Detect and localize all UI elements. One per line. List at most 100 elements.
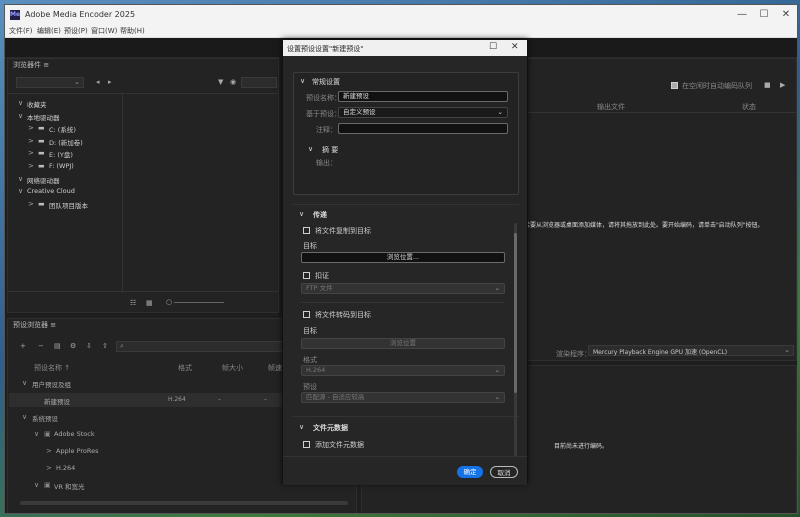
browse-location-2-button[interactable]: 浏览位置	[301, 338, 505, 349]
dialog-button-bar: 确定 取消	[283, 456, 527, 485]
copy-to-dest-checkbox[interactable]	[303, 227, 310, 234]
tree-item[interactable]: D: (新加卷)	[49, 137, 83, 147]
tree-item[interactable]: F: (WPJ)	[49, 162, 74, 170]
summary-expand-icon[interactable]: ∨	[308, 145, 313, 153]
ok-button[interactable]: 确定	[457, 466, 483, 478]
add-metadata-checkbox[interactable]	[303, 441, 310, 448]
col-output-file[interactable]: 输出文件	[597, 102, 625, 112]
preset-size-cell: –	[218, 396, 221, 403]
expand-arrow-icon[interactable]: ∨	[18, 112, 23, 120]
based-on-value: 自定义预设	[343, 108, 376, 116]
media-browser-title[interactable]: 浏览器件 ≡	[8, 59, 278, 71]
output-label: 输出：	[316, 159, 337, 167]
auto-encode-label: 在空闲时自动编码队列	[682, 82, 752, 90]
tree-item[interactable]: 收藏夹	[27, 99, 47, 109]
chevron-down-icon: ⌄	[497, 108, 503, 116]
horizontal-scrollbar[interactable]	[20, 501, 348, 505]
remove-preset-icon[interactable]: −	[38, 342, 44, 350]
dialog-close-button[interactable]: ✕	[511, 42, 519, 52]
expand-arrow-icon[interactable]: ∨	[22, 413, 27, 421]
export-icon[interactable]: ⇧	[102, 342, 108, 350]
expand-arrow-icon[interactable]: >	[28, 149, 34, 157]
col-format[interactable]: 格式	[178, 363, 192, 373]
title-bar: Me Adobe Media Encoder 2025 — ☐ ✕	[5, 5, 797, 25]
browse-location-button[interactable]: 浏览位置...	[301, 252, 505, 263]
tree-item[interactable]: 本地驱动器	[27, 112, 60, 122]
browser-search-field[interactable]	[241, 77, 277, 88]
col-preset-name[interactable]: 预设名称 ↑	[34, 363, 70, 373]
grid-view-icon[interactable]: ▦	[146, 299, 153, 307]
based-on-dropdown[interactable]: 自定义预设 ⌄	[338, 107, 508, 118]
expand-arrow-icon[interactable]: ∨	[34, 481, 39, 489]
tree-item[interactable]: 网络驱动器	[27, 175, 60, 185]
auto-encode-checkbox[interactable]	[671, 82, 678, 89]
close-button[interactable]: ✕	[776, 9, 796, 20]
forward-icon[interactable]: ▸	[108, 78, 112, 86]
new-group-icon[interactable]: ▤	[54, 342, 61, 350]
preset-name-cell: 系统预设	[32, 415, 58, 423]
tree-item[interactable]: 团队项目版本	[49, 200, 88, 210]
menu-file[interactable]: 文件(F)	[9, 26, 33, 36]
renderer-dropdown[interactable]: Mercury Playback Engine GPU 加速 (OpenCL) ⌄	[588, 345, 794, 356]
back-icon[interactable]: ◂	[96, 78, 100, 86]
expand-arrow-icon[interactable]: ∨	[22, 379, 27, 387]
expand-arrow-icon[interactable]: >	[28, 200, 34, 208]
tree-item[interactable]: Creative Cloud	[27, 187, 75, 195]
expand-arrow-icon[interactable]: ∨	[18, 175, 23, 183]
drive-icon: ▬	[38, 136, 45, 145]
list-view-icon[interactable]: ☷	[130, 299, 136, 307]
renderer-value: Mercury Playback Engine GPU 加速 (OpenCL)	[593, 349, 728, 356]
expand-arrow-icon[interactable]: ∨	[18, 187, 23, 195]
col-frame-rate[interactable]: 帧速	[268, 363, 282, 373]
format-dropdown[interactable]: H.264 ⌄	[301, 365, 505, 376]
divider	[293, 416, 519, 417]
preset-format-cell: H.264	[168, 396, 186, 403]
location-dropdown[interactable]: ⌄	[16, 77, 84, 88]
transcode-checkbox[interactable]	[303, 311, 310, 318]
drive-icon: ▬	[38, 162, 45, 170]
add-preset-icon[interactable]: +	[20, 342, 26, 350]
cancel-button[interactable]: 取消	[490, 466, 518, 478]
view-icon[interactable]: ◉	[230, 78, 236, 86]
maximize-button[interactable]: ☐	[754, 9, 774, 20]
minimize-button[interactable]: —	[732, 9, 752, 20]
ingest-label: 扣证	[315, 272, 329, 280]
tree-item[interactable]: E: (Y盘)	[49, 149, 73, 159]
scrollbar-thumb[interactable]	[514, 233, 517, 393]
dest2-label: 目标	[303, 327, 317, 335]
tree-item[interactable]: C: (系统)	[49, 124, 76, 134]
zoom-slider[interactable]: ○	[166, 298, 226, 306]
menu-help[interactable]: 帮助(H)	[120, 26, 145, 36]
expand-arrow-icon[interactable]: ∨	[34, 430, 39, 438]
menu-bar: 文件(F) 编辑(E) 预设(P) 窗口(W) 帮助(H)	[5, 25, 797, 38]
publish-expand-icon[interactable]: ∨	[299, 210, 304, 218]
dialog-maximize-button[interactable]: ☐	[489, 42, 497, 52]
comment-input[interactable]	[338, 123, 508, 134]
expand-arrow-icon[interactable]: >	[46, 447, 52, 455]
divider	[8, 93, 278, 94]
section-expand-icon[interactable]: ∨	[300, 77, 305, 85]
expand-arrow-icon[interactable]: >	[28, 124, 34, 132]
stop-icon[interactable]: ■	[764, 81, 771, 89]
drive-icon: ▬	[38, 149, 45, 158]
start-queue-icon[interactable]: ▶	[780, 81, 785, 89]
ingest-dropdown[interactable]: FTP 文件 ⌄	[301, 283, 505, 294]
col-status[interactable]: 状态	[742, 102, 756, 112]
expand-arrow-icon[interactable]: ∨	[18, 99, 23, 107]
expand-arrow-icon[interactable]: >	[28, 162, 34, 170]
filter-icon[interactable]: ▼	[218, 78, 223, 86]
col-frame-size[interactable]: 帧大小	[222, 363, 243, 373]
expand-arrow-icon[interactable]: >	[28, 137, 34, 145]
preset-dropdown[interactable]: 匹配源 - 自适应较高 ⌄	[301, 392, 505, 403]
menu-preset[interactable]: 预设(P)	[64, 26, 88, 36]
divider	[8, 291, 278, 292]
ingest-checkbox[interactable]	[303, 272, 310, 279]
expand-arrow-icon[interactable]: >	[46, 464, 52, 472]
settings-icon[interactable]: ⚙	[70, 342, 76, 350]
preset-name-input[interactable]: 新建预设	[338, 91, 508, 102]
dialog-scrollbar[interactable]	[514, 223, 517, 456]
metadata-expand-icon[interactable]: ∨	[299, 423, 304, 431]
menu-window[interactable]: 窗口(W)	[91, 26, 117, 36]
menu-edit[interactable]: 编辑(E)	[37, 26, 61, 36]
import-icon[interactable]: ⇩	[86, 342, 92, 350]
